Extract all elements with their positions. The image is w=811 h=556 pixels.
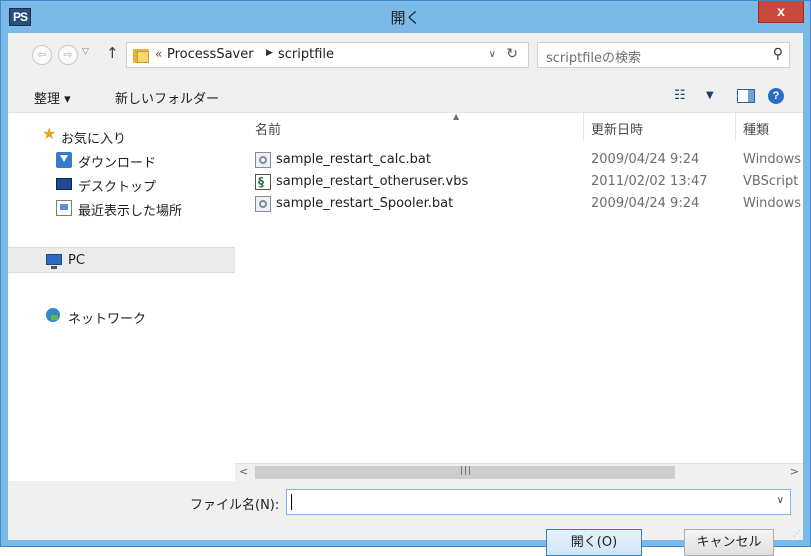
view-dropdown-icon[interactable]: ▼	[706, 90, 714, 101]
new-folder-button[interactable]: 新しいフォルダー	[115, 88, 219, 107]
column-header-date[interactable]: 更新日時	[591, 113, 731, 141]
address-dropdown-icon[interactable]: ∨	[489, 49, 496, 60]
nav-item-label: ダウンロード	[78, 156, 157, 171]
file-row[interactable]: § sample_restart_otheruser.vbs 2011/02/0…	[235, 171, 803, 193]
file-date: 2009/04/24 9:24	[591, 152, 700, 167]
folder-icon	[133, 47, 149, 63]
column-header-type[interactable]: 種類	[743, 113, 803, 141]
pc-icon	[46, 254, 62, 269]
nav-item-network[interactable]: ネットワーク	[8, 303, 235, 329]
star-icon: ★	[42, 124, 57, 143]
filename-input[interactable]: ∨	[286, 489, 791, 515]
help-icon[interactable]: ?	[768, 88, 784, 104]
horizontal-scrollbar[interactable]: < ||| >	[235, 463, 803, 481]
scrollbar-grip-icon: |||	[460, 466, 473, 476]
filename-dropdown-icon[interactable]: ∨	[777, 495, 784, 506]
file-type: Windows	[743, 196, 802, 211]
navigation-pane: ★ お気に入り ダウンロード デスクトップ 最近表示した場所 PC ネットワーク	[8, 113, 235, 481]
nav-item-favorites[interactable]: ★ お気に入り	[8, 123, 235, 149]
open-file-dialog: PS 開く x ⇦ ⇨ ▽ ↑ « ProcessSaver ▶ scriptf…	[0, 0, 811, 556]
scrollbar-thumb[interactable]: |||	[255, 466, 675, 479]
file-type: VBScript	[743, 174, 799, 189]
command-bar: 整理 ▾ 新しいフォルダー ☷ ▼ ?	[8, 79, 803, 113]
search-icon[interactable]: ⚲	[773, 46, 783, 62]
nav-item-label: デスクトップ	[78, 180, 157, 195]
back-button[interactable]: ⇦	[32, 45, 52, 65]
preview-pane-icon[interactable]	[737, 89, 755, 103]
nav-item-label: PC	[68, 253, 85, 268]
history-dropdown-icon[interactable]: ▽	[82, 47, 89, 57]
breadcrumb-chevron-icon[interactable]: ▶	[266, 48, 273, 58]
file-row[interactable]: sample_restart_calc.bat 2009/04/24 9:24 …	[235, 149, 803, 171]
scroll-right-icon[interactable]: >	[790, 465, 799, 478]
sort-ascending-icon: ▲	[453, 112, 460, 121]
nav-item-desktop[interactable]: デスクトップ	[8, 171, 235, 197]
column-divider[interactable]	[735, 113, 736, 141]
breadcrumb-overflow[interactable]: «	[155, 47, 162, 61]
file-name: sample_restart_Spooler.bat	[276, 196, 454, 211]
open-button[interactable]: 開く(O)	[546, 529, 642, 556]
file-type: Windows	[743, 152, 802, 167]
scroll-left-icon[interactable]: <	[239, 465, 248, 478]
nav-item-pc[interactable]: PC	[8, 247, 235, 273]
file-row[interactable]: sample_restart_Spooler.bat 2009/04/24 9:…	[235, 193, 803, 215]
nav-item-recent-places[interactable]: 最近表示した場所	[8, 195, 235, 221]
recent-places-icon	[56, 200, 72, 216]
network-icon	[46, 308, 60, 322]
nav-item-label: お気に入り	[61, 132, 127, 147]
nav-item-label: ネットワーク	[68, 312, 147, 327]
batch-file-icon	[255, 152, 271, 168]
refresh-icon[interactable]: ↻	[506, 46, 518, 62]
column-header-name[interactable]: ▲ 名前	[255, 112, 585, 141]
breadcrumb-scriptfile[interactable]: scriptfile	[278, 47, 334, 62]
file-list: ▲ 名前 更新日時 種類 sample_restart_calc.bat 200…	[235, 112, 803, 481]
organize-button[interactable]: 整理 ▾	[34, 88, 71, 107]
file-date: 2009/04/24 9:24	[591, 196, 700, 211]
column-header-label: 名前	[255, 123, 282, 138]
title-bar[interactable]: PS 開く x	[1, 1, 810, 33]
file-name: sample_restart_calc.bat	[276, 152, 431, 167]
nav-item-downloads[interactable]: ダウンロード	[8, 147, 235, 173]
filename-label: ファイル名(N):	[190, 498, 280, 513]
nav-item-label: 最近表示した場所	[78, 204, 183, 219]
search-input[interactable]: scriptfileの検索	[546, 47, 641, 66]
up-arrow-icon[interactable]: ↑	[106, 44, 119, 62]
address-bar[interactable]: « ProcessSaver ▶ scriptfile ∨ ↻	[126, 42, 529, 68]
desktop-icon	[56, 178, 72, 190]
close-button[interactable]: x	[758, 1, 804, 23]
vbs-file-icon: §	[255, 174, 271, 190]
batch-file-icon	[255, 196, 271, 212]
cancel-button[interactable]: キャンセル	[684, 529, 774, 556]
forward-arrow-icon: ⇨	[63, 48, 73, 61]
back-arrow-icon: ⇦	[37, 48, 47, 61]
column-divider[interactable]	[583, 113, 584, 141]
file-date: 2011/02/02 13:47	[591, 174, 708, 189]
forward-button[interactable]: ⇨	[58, 45, 78, 65]
file-name: sample_restart_otheruser.vbs	[276, 174, 469, 189]
search-box[interactable]: scriptfileの検索 ⚲	[537, 42, 790, 68]
text-caret	[291, 494, 292, 510]
resize-grip-icon[interactable]: ⋰	[793, 529, 801, 538]
view-options-icon[interactable]: ☷	[674, 88, 686, 103]
dialog-client: ⇦ ⇨ ▽ ↑ « ProcessSaver ▶ scriptfile ∨ ↻ …	[8, 33, 803, 556]
address-row: ⇦ ⇨ ▽ ↑ « ProcessSaver ▶ scriptfile ∨ ↻ …	[8, 33, 803, 79]
window-title: 開く	[390, 9, 421, 27]
download-icon	[56, 152, 72, 168]
breadcrumb-processsaver[interactable]: ProcessSaver	[167, 47, 254, 62]
